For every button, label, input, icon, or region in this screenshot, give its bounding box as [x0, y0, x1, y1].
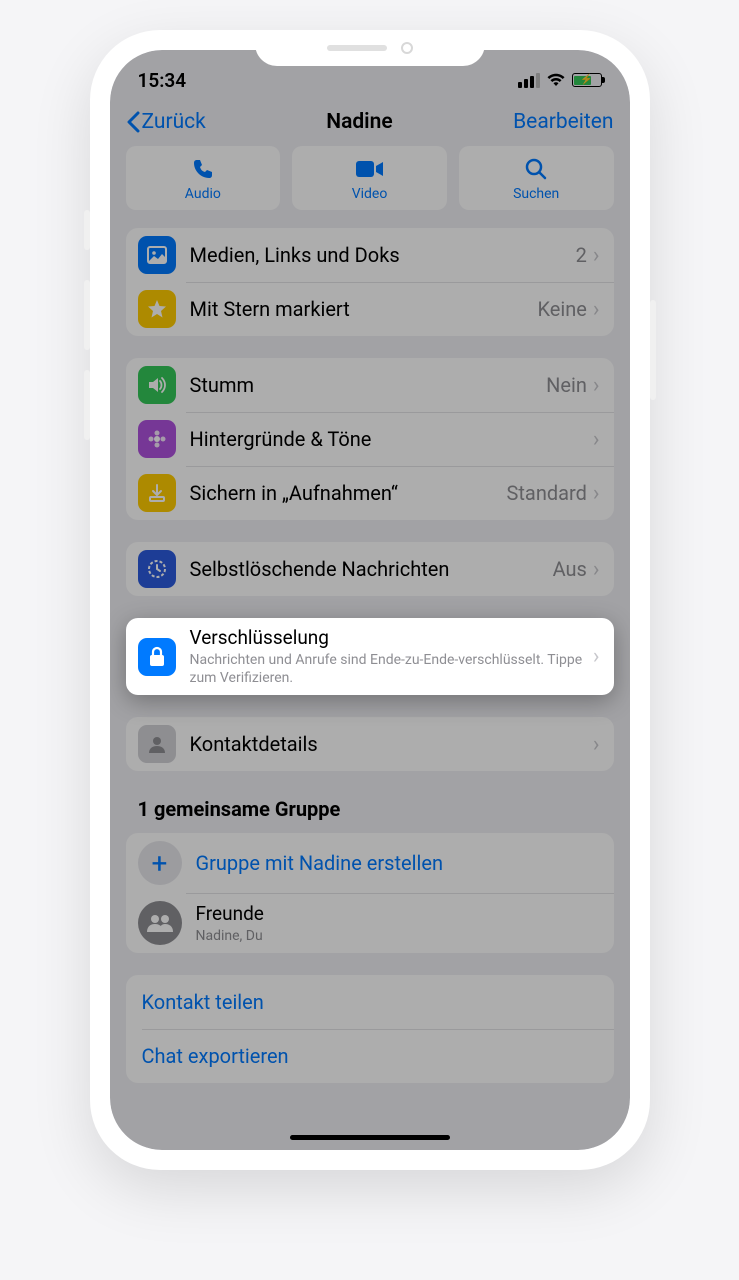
save-label: Sichern in „Aufnahmen“ [190, 481, 507, 505]
section-disappearing: Selbstlöschende Nachrichten Aus › [126, 542, 614, 596]
chevron-left-icon [126, 111, 140, 133]
plus-icon: + [138, 841, 182, 885]
phone-icon [191, 156, 215, 182]
battery-icon: ⚡ [572, 73, 602, 87]
row-export-chat[interactable]: Chat exportieren [126, 1029, 614, 1083]
status-icons: ⚡ [518, 73, 602, 88]
search-icon [524, 156, 548, 182]
chevron-right-icon: › [593, 644, 600, 669]
side-button [650, 300, 656, 400]
chevron-right-icon: › [593, 732, 600, 757]
side-button [84, 370, 90, 440]
disappearing-label: Selbstlöschende Nachrichten [190, 557, 553, 581]
star-icon [138, 290, 176, 328]
cellular-icon [518, 73, 540, 88]
row-group-item[interactable]: Freunde Nadine, Du [126, 893, 614, 953]
row-wallpaper[interactable]: Hintergründe & Töne › [126, 412, 614, 466]
chevron-right-icon: › [593, 373, 600, 398]
mute-value: Nein [546, 373, 587, 397]
flower-icon [138, 420, 176, 458]
wifi-icon [546, 73, 566, 87]
video-icon [356, 156, 384, 182]
row-mute[interactable]: Stumm Nein › [126, 358, 614, 412]
chevron-right-icon: › [593, 427, 600, 452]
search-button[interactable]: Suchen [459, 146, 614, 210]
lock-icon [138, 638, 176, 676]
encryption-sub: Nachrichten und Anrufe sind Ende-zu-Ende… [190, 651, 593, 687]
chevron-right-icon: › [593, 297, 600, 322]
starred-label: Mit Stern markiert [190, 297, 538, 321]
row-save[interactable]: Sichern in „Aufnahmen“ Standard › [126, 466, 614, 520]
starred-value: Keine [537, 297, 586, 321]
groups-header: 1 gemeinsame Gruppe [110, 793, 630, 833]
section-settings: Stumm Nein › Hintergründe & Töne › Siche… [126, 358, 614, 520]
row-encryption[interactable]: Verschlüsselung Nachrichten und Anrufe s… [126, 618, 614, 695]
media-label: Medien, Links und Doks [190, 243, 576, 267]
side-button [84, 280, 90, 350]
edit-button[interactable]: Bearbeiten [513, 110, 613, 134]
notch [255, 30, 485, 66]
chevron-right-icon: › [593, 557, 600, 582]
section-encryption: Verschlüsselung Nachrichten und Anrufe s… [126, 618, 614, 695]
group-members: Nadine, Du [196, 927, 600, 945]
section-groups: + Gruppe mit Nadine erstellen Freunde Na… [126, 833, 614, 953]
screen: 15:34 ⚡ Zurück Nadine Bearbeiten [110, 50, 630, 1150]
chevron-right-icon: › [593, 243, 600, 268]
image-icon [138, 236, 176, 274]
action-row: Audio Video Suchen [110, 146, 630, 228]
share-contact-label: Kontakt teilen [142, 990, 600, 1014]
section-links: Kontakt teilen Chat exportieren [126, 975, 614, 1083]
chevron-right-icon: › [593, 481, 600, 506]
wallpaper-label: Hintergründe & Töne [190, 427, 593, 451]
download-icon [138, 474, 176, 512]
timer-icon [138, 550, 176, 588]
home-indicator[interactable] [290, 1135, 450, 1140]
row-starred[interactable]: Mit Stern markiert Keine › [126, 282, 614, 336]
search-label: Suchen [513, 186, 559, 202]
group-name: Freunde [196, 902, 600, 925]
section-contact: Kontaktdetails › [126, 717, 614, 771]
phone-frame: 15:34 ⚡ Zurück Nadine Bearbeiten [90, 30, 650, 1170]
section-media: Medien, Links und Doks 2 › Mit Stern mar… [126, 228, 614, 336]
encryption-label: Verschlüsselung [190, 626, 593, 649]
save-value: Standard [507, 481, 587, 505]
side-button [84, 210, 90, 250]
row-disappearing[interactable]: Selbstlöschende Nachrichten Aus › [126, 542, 614, 596]
group-avatar-icon [138, 901, 182, 945]
video-label: Video [352, 186, 388, 202]
nav-bar: Zurück Nadine Bearbeiten [110, 100, 630, 146]
back-button[interactable]: Zurück [126, 110, 206, 134]
back-label: Zurück [142, 110, 206, 134]
disappearing-value: Aus [553, 557, 587, 581]
audio-button[interactable]: Audio [126, 146, 281, 210]
row-create-group[interactable]: + Gruppe mit Nadine erstellen [126, 833, 614, 893]
create-group-label: Gruppe mit Nadine erstellen [196, 851, 600, 875]
audio-label: Audio [185, 186, 221, 202]
page-title: Nadine [326, 110, 392, 134]
export-chat-label: Chat exportieren [142, 1044, 600, 1068]
row-media[interactable]: Medien, Links und Doks 2 › [126, 228, 614, 282]
media-value: 2 [576, 243, 587, 267]
contact-label: Kontaktdetails [190, 732, 593, 756]
speaker-icon [138, 366, 176, 404]
row-share-contact[interactable]: Kontakt teilen [126, 975, 614, 1029]
mute-label: Stumm [190, 373, 547, 397]
person-icon [138, 725, 176, 763]
status-time: 15:34 [138, 69, 187, 92]
row-contact-details[interactable]: Kontaktdetails › [126, 717, 614, 771]
video-button[interactable]: Video [292, 146, 447, 210]
